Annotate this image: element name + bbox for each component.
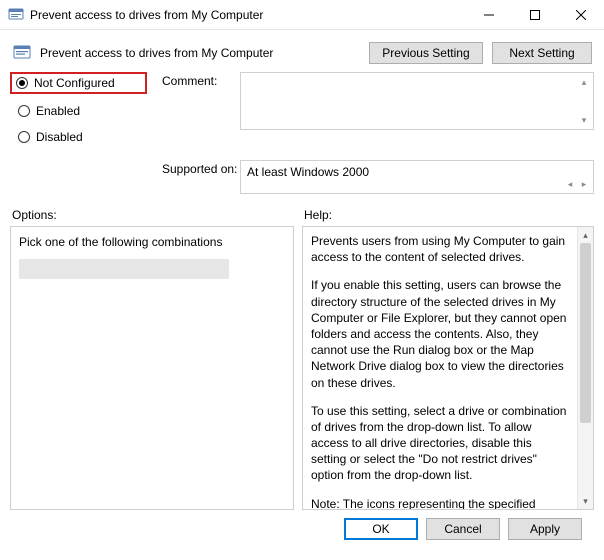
apply-button[interactable]: Apply bbox=[508, 518, 582, 540]
help-paragraph: To use this setting, select a drive or c… bbox=[311, 403, 569, 484]
radio-label-not-configured: Not Configured bbox=[34, 76, 115, 90]
minimize-button[interactable] bbox=[466, 0, 512, 30]
options-section-label: Options: bbox=[12, 208, 304, 222]
help-panel: Prevents users from using My Computer to… bbox=[302, 226, 594, 510]
drives-combobox[interactable] bbox=[19, 259, 229, 279]
help-scrollbar[interactable]: ▴ ▾ bbox=[577, 227, 593, 509]
options-panel: Pick one of the following combinations bbox=[10, 226, 294, 510]
policy-icon bbox=[12, 43, 32, 63]
radio-icon bbox=[16, 77, 28, 89]
help-section-label: Help: bbox=[304, 208, 332, 222]
cancel-button[interactable]: Cancel bbox=[426, 518, 500, 540]
radio-disabled[interactable]: Disabled bbox=[12, 126, 162, 148]
chevron-right-icon[interactable]: ▸ bbox=[577, 177, 591, 191]
comment-textarea[interactable]: ▴ ▾ bbox=[240, 72, 594, 130]
app-icon bbox=[8, 7, 24, 23]
chevron-down-icon[interactable]: ▾ bbox=[577, 113, 591, 127]
ok-button[interactable]: OK bbox=[344, 518, 418, 540]
window-title: Prevent access to drives from My Compute… bbox=[30, 8, 466, 22]
close-button[interactable] bbox=[558, 0, 604, 30]
previous-setting-button[interactable]: Previous Setting bbox=[369, 42, 482, 64]
help-text: Prevents users from using My Computer to… bbox=[303, 227, 577, 509]
options-prompt: Pick one of the following combinations bbox=[19, 235, 285, 249]
supported-on-label: Supported on: bbox=[162, 160, 240, 176]
comment-label: Comment: bbox=[162, 72, 240, 88]
help-paragraph: Note: The icons representing the specifi… bbox=[311, 496, 569, 509]
chevron-up-icon[interactable]: ▴ bbox=[577, 75, 591, 89]
header-row: Prevent access to drives from My Compute… bbox=[10, 38, 594, 72]
dialog-footer: OK Cancel Apply bbox=[10, 510, 594, 540]
chevron-left-icon[interactable]: ◂ bbox=[563, 177, 577, 191]
radio-label-disabled: Disabled bbox=[36, 130, 83, 144]
chevron-up-icon[interactable]: ▴ bbox=[578, 227, 593, 243]
supported-on-value: At least Windows 2000 bbox=[247, 165, 369, 179]
next-setting-button[interactable]: Next Setting bbox=[492, 42, 592, 64]
titlebar[interactable]: Prevent access to drives from My Compute… bbox=[0, 0, 604, 30]
maximize-button[interactable] bbox=[512, 0, 558, 30]
radio-icon bbox=[18, 131, 30, 143]
radio-enabled[interactable]: Enabled bbox=[12, 100, 162, 122]
radio-not-configured[interactable]: Not Configured bbox=[10, 72, 147, 94]
page-title: Prevent access to drives from My Compute… bbox=[40, 46, 273, 60]
help-paragraph: If you enable this setting, users can br… bbox=[311, 277, 569, 390]
supported-on-box: At least Windows 2000 ◂ ▸ bbox=[240, 160, 594, 194]
radio-label-enabled: Enabled bbox=[36, 104, 80, 118]
radio-icon bbox=[18, 105, 30, 117]
chevron-down-icon[interactable]: ▾ bbox=[578, 493, 593, 509]
scrollbar-track[interactable] bbox=[578, 243, 593, 493]
help-paragraph: Prevents users from using My Computer to… bbox=[311, 233, 569, 265]
scrollbar-thumb[interactable] bbox=[580, 243, 591, 423]
